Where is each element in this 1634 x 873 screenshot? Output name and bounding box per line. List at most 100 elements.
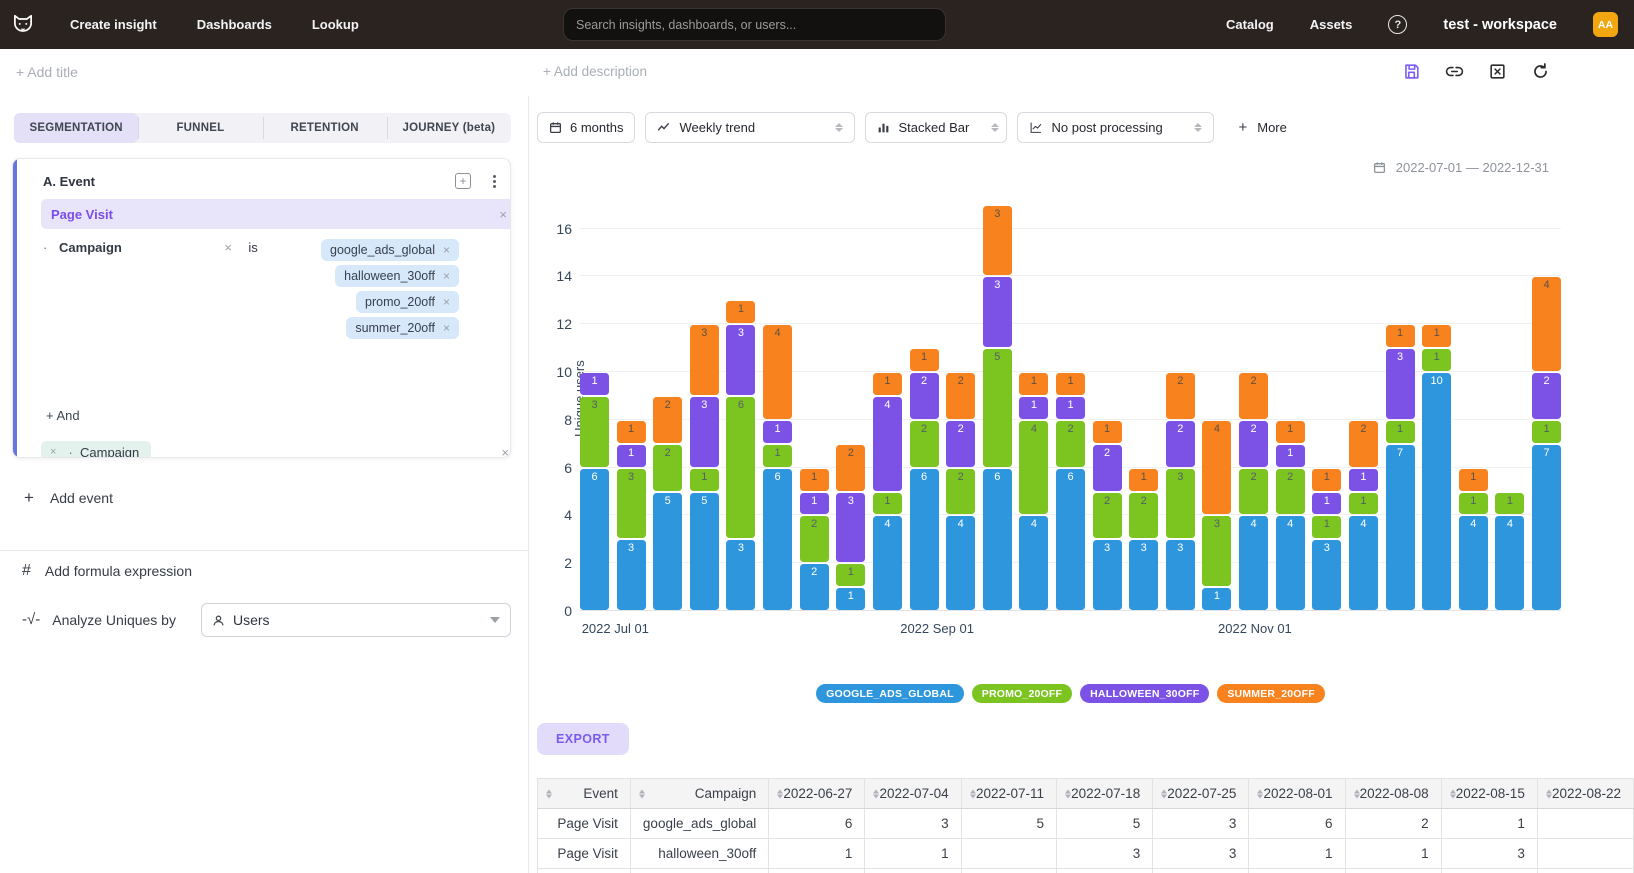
link-icon[interactable] — [1445, 62, 1464, 81]
remove-value-icon[interactable]: × — [443, 269, 450, 283]
bar-segment-summer_20off[interactable]: 1 — [1093, 421, 1122, 443]
bar-segment-summer_20off[interactable]: 1 — [1422, 325, 1451, 347]
sort-icon[interactable] — [1257, 789, 1263, 798]
bar-segment-google_ads_global[interactable]: 1 — [1202, 588, 1231, 610]
search-input[interactable]: Search insights, dashboards, or users... — [563, 8, 946, 41]
sort-icon[interactable] — [1450, 789, 1456, 798]
bar-segment-summer_20off[interactable]: 4 — [1532, 277, 1561, 371]
bar-segment-google_ads_global[interactable]: 6 — [1056, 469, 1085, 610]
bar-segment-google_ads_global[interactable]: 1 — [836, 588, 865, 610]
column-header-2022-07-11[interactable]: 2022-07-11 — [961, 779, 1056, 809]
bar-segment-halloween_30off[interactable]: 1 — [580, 373, 609, 395]
refresh-icon[interactable] — [1531, 62, 1550, 81]
bar-segment-google_ads_global[interactable]: 10 — [1422, 373, 1451, 610]
remove-value-icon[interactable]: × — [443, 321, 450, 335]
bar-segment-halloween_30off[interactable]: 2 — [946, 421, 975, 467]
bar-segment-summer_20off[interactable]: 1 — [1276, 421, 1305, 443]
sort-icon[interactable] — [1065, 789, 1071, 798]
sort-icon[interactable] — [546, 789, 552, 798]
nav-dashboards[interactable]: Dashboards — [197, 17, 272, 32]
bar-segment-promo_20off[interactable]: 1 — [1349, 493, 1378, 515]
bar-segment-halloween_30off[interactable]: 1 — [1312, 493, 1341, 515]
bar-segment-summer_20off[interactable]: 1 — [1019, 373, 1048, 395]
more-options-icon[interactable] — [493, 175, 496, 188]
column-header-2022-07-18[interactable]: 2022-07-18 — [1057, 779, 1153, 809]
column-header-2022-07-25[interactable]: 2022-07-25 — [1153, 779, 1249, 809]
bar-segment-google_ads_global[interactable]: 4 — [873, 516, 902, 610]
legend-item-halloween_30off[interactable]: HALLOWEEN_30OFF — [1080, 684, 1209, 703]
bar-segment-google_ads_global[interactable]: 3 — [617, 540, 646, 610]
bar-segment-google_ads_global[interactable]: 3 — [1093, 540, 1122, 610]
bar-segment-promo_20off[interactable]: 1 — [1312, 516, 1341, 538]
bar-segment-halloween_30off[interactable]: 1 — [1349, 469, 1378, 491]
remove-value-icon[interactable]: × — [443, 243, 450, 257]
tab-segmentation[interactable]: SEGMENTATION — [14, 113, 138, 143]
bar-segment-promo_20off[interactable]: 1 — [1495, 493, 1524, 515]
bar-segment-promo_20off[interactable]: 1 — [1459, 493, 1488, 515]
bar-segment-google_ads_global[interactable]: 2 — [800, 564, 829, 610]
bar-segment-promo_20off[interactable]: 2 — [1056, 421, 1085, 467]
column-header-2022-08-22[interactable]: 2022-08-22 — [1537, 779, 1633, 809]
bar-segment-promo_20off[interactable]: 2 — [946, 469, 975, 515]
bar-segment-google_ads_global[interactable]: 3 — [726, 540, 755, 610]
bar-segment-summer_20off[interactable]: 1 — [1129, 469, 1158, 491]
add-description-button[interactable]: + Add description — [543, 64, 647, 79]
bar-segment-summer_20off[interactable]: 1 — [873, 373, 902, 395]
add-event-button[interactable]: + Add event — [24, 488, 113, 508]
bar-segment-summer_20off[interactable]: 3 — [983, 206, 1012, 276]
analyze-by-select[interactable]: Users — [201, 603, 511, 637]
column-header-2022-08-01[interactable]: 2022-08-01 — [1249, 779, 1345, 809]
bar-segment-google_ads_global[interactable]: 4 — [1459, 516, 1488, 610]
bar-segment-google_ads_global[interactable]: 6 — [763, 469, 792, 610]
remove-filter-icon[interactable]: × — [224, 240, 232, 255]
column-header-2022-07-04[interactable]: 2022-07-04 — [865, 779, 961, 809]
sort-icon[interactable] — [1354, 789, 1360, 798]
bar-segment-halloween_30off[interactable]: 2 — [1166, 421, 1195, 467]
bar-segment-halloween_30off[interactable]: 1 — [617, 445, 646, 467]
bar-segment-summer_20off[interactable]: 1 — [1386, 325, 1415, 347]
column-header-event[interactable]: Event — [538, 779, 631, 809]
bar-segment-summer_20off[interactable]: 2 — [836, 445, 865, 491]
bar-segment-summer_20off[interactable]: 1 — [617, 421, 646, 443]
bar-segment-promo_20off[interactable]: 1 — [1532, 421, 1561, 443]
bar-segment-google_ads_global[interactable]: 4 — [1019, 516, 1048, 610]
bar-segment-halloween_30off[interactable]: 1 — [1056, 397, 1085, 419]
bar-segment-google_ads_global[interactable]: 7 — [1532, 445, 1561, 610]
bar-segment-summer_20off[interactable]: 1 — [1459, 469, 1488, 491]
bar-segment-halloween_30off[interactable]: 2 — [910, 373, 939, 419]
bar-segment-halloween_30off[interactable]: 3 — [1386, 349, 1415, 419]
trend-select[interactable]: Weekly trend — [645, 112, 855, 143]
bar-segment-halloween_30off[interactable]: 3 — [836, 493, 865, 563]
bar-segment-promo_20off[interactable]: 2 — [1093, 493, 1122, 539]
filter-value-chip[interactable]: google_ads_global× — [321, 239, 459, 261]
bar-segment-promo_20off[interactable]: 2 — [800, 516, 829, 562]
bar-segment-summer_20off[interactable]: 1 — [800, 469, 829, 491]
bar-segment-promo_20off[interactable]: 3 — [617, 469, 646, 539]
bar-segment-halloween_30off[interactable]: 1 — [1019, 397, 1048, 419]
sort-icon[interactable] — [1546, 789, 1552, 798]
bar-segment-google_ads_global[interactable]: 7 — [1386, 445, 1415, 610]
bar-segment-promo_20off[interactable]: 1 — [763, 445, 792, 467]
bar-segment-promo_20off[interactable]: 3 — [1202, 516, 1231, 586]
bar-segment-google_ads_global[interactable]: 4 — [1276, 516, 1305, 610]
bar-segment-promo_20off[interactable]: 3 — [580, 397, 609, 467]
sort-icon[interactable] — [639, 789, 645, 798]
tab-funnel[interactable]: FUNNEL — [138, 113, 262, 143]
bar-segment-promo_20off[interactable]: 2 — [1276, 469, 1305, 515]
bar-segment-summer_20off[interactable]: 1 — [910, 349, 939, 371]
chart-type-select[interactable]: Stacked Bar — [865, 112, 1007, 143]
bar-segment-summer_20off[interactable]: 4 — [1202, 421, 1231, 515]
export-button[interactable]: EXPORT — [537, 723, 629, 755]
bar-segment-summer_20off[interactable]: 4 — [763, 325, 792, 419]
bar-segment-halloween_30off[interactable]: 1 — [1276, 445, 1305, 467]
bar-segment-promo_20off[interactable]: 1 — [1386, 421, 1415, 443]
bar-segment-promo_20off[interactable]: 2 — [1129, 493, 1158, 539]
bar-segment-promo_20off[interactable]: 2 — [1239, 469, 1268, 515]
help-icon[interactable]: ? — [1388, 15, 1407, 34]
bar-segment-google_ads_global[interactable]: 4 — [946, 516, 975, 610]
legend-item-google_ads_global[interactable]: GOOGLE_ADS_GLOBAL — [816, 684, 964, 703]
bar-segment-halloween_30off[interactable]: 1 — [763, 421, 792, 443]
event-name[interactable]: Page Visit — [51, 207, 499, 222]
bar-segment-halloween_30off[interactable]: 2 — [1093, 445, 1122, 491]
clear-breakdown-icon[interactable]: × — [501, 445, 509, 459]
